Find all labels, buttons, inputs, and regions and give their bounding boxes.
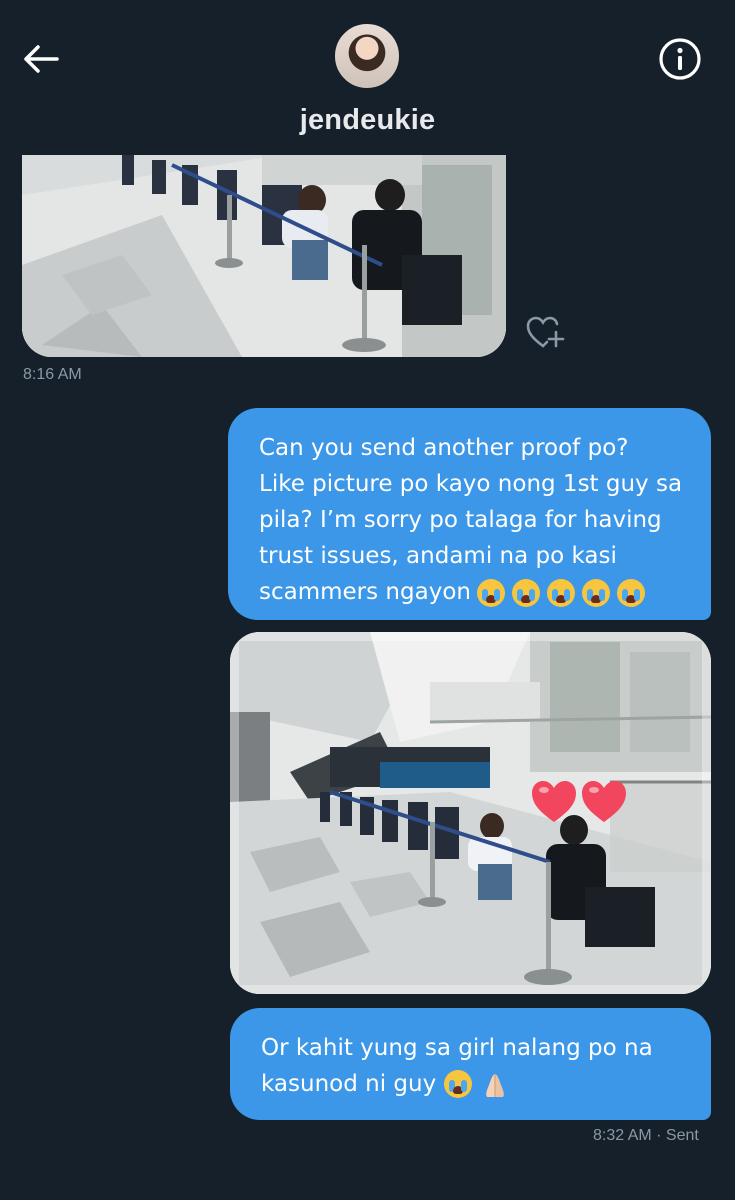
heart-stickers (532, 781, 626, 822)
sent-message-bubble[interactable]: Can you send another proof po? Like pict… (228, 408, 711, 620)
loudly-crying-face-emoji (511, 578, 540, 607)
message-line: Or kahit yung sa girl nalang po na (261, 1035, 653, 1061)
info-circle-icon (659, 38, 701, 80)
message-line: kasunod ni guy (261, 1071, 437, 1097)
back-button[interactable] (20, 38, 62, 80)
mall-queue-photo (22, 155, 506, 357)
loudly-crying-face-emoji (581, 578, 610, 607)
loudly-crying-face-emoji (546, 578, 575, 607)
mall-queue-photo-with-hearts (230, 632, 711, 994)
arrow-left-icon (24, 45, 59, 73)
react-button[interactable] (522, 313, 568, 353)
loudly-crying-face-emoji (616, 578, 645, 607)
folded-hands-emoji (480, 1070, 510, 1100)
sent-photo[interactable] (230, 632, 711, 994)
message-line: trust issues, andami na po kasi (259, 543, 617, 569)
info-button[interactable] (657, 36, 703, 82)
message-last-line: scammers ngayon (259, 574, 691, 610)
heart-plus-icon (526, 316, 565, 348)
message-last-line: kasunod ni guy (261, 1066, 691, 1102)
received-photo[interactable] (22, 155, 506, 357)
status-label: Sent (665, 1127, 699, 1144)
avatar[interactable] (333, 22, 401, 90)
emoji-group (476, 578, 645, 607)
status-separator: · (651, 1127, 666, 1144)
loudly-crying-face-emoji (476, 578, 505, 607)
status-time: 8:32 AM (593, 1127, 652, 1144)
message-line: scammers ngayon (259, 579, 471, 605)
emoji-group (444, 1069, 510, 1100)
message-timestamp: 8:16 AM (23, 366, 82, 383)
conversation-header: jendeukie (0, 0, 735, 150)
message-status: 8:32 AM · Sent (593, 1127, 699, 1145)
message-line: Like picture po kayo nong 1st guy sa (259, 471, 683, 497)
sent-message-bubble[interactable]: Or kahit yung sa girl nalang po na kasun… (230, 1008, 711, 1120)
loudly-crying-face-emoji (444, 1069, 473, 1098)
conversation-username[interactable]: jendeukie (0, 104, 735, 137)
message-line: Can you send another proof po? (259, 435, 629, 461)
message-line: pila? I’m sorry po talaga for having (259, 507, 662, 533)
